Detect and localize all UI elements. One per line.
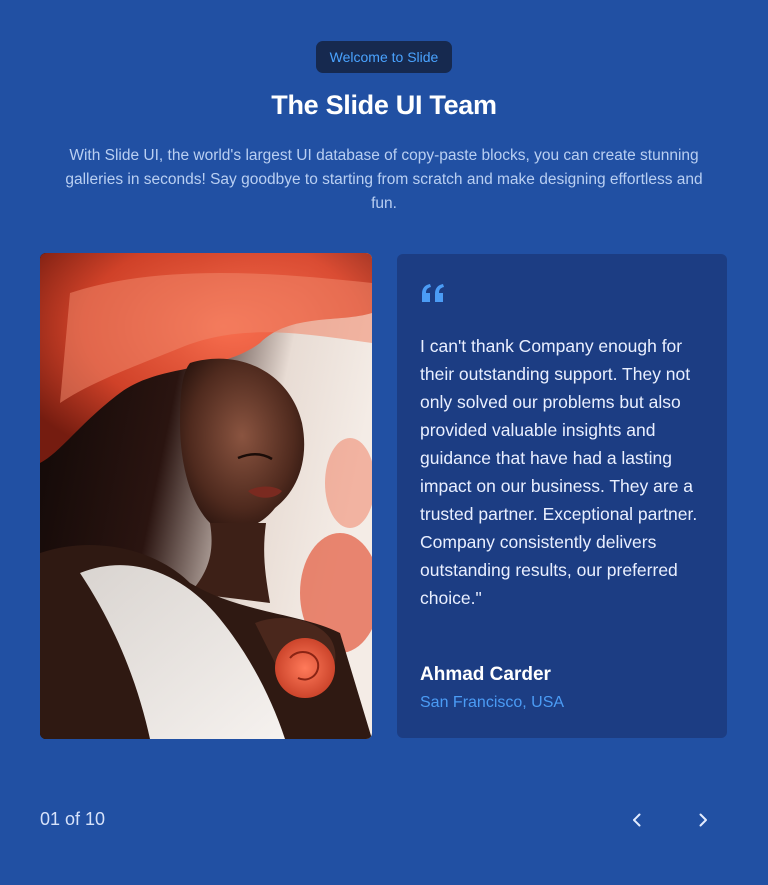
previous-slide-button[interactable] <box>623 806 651 834</box>
portrait-illustration <box>40 253 372 739</box>
page-subtitle: With Slide UI, the world's largest UI da… <box>65 147 703 212</box>
testimonial-photo <box>40 253 372 739</box>
chevron-left-icon <box>633 813 641 827</box>
page-title: The Slide UI Team <box>271 90 497 120</box>
testimonial-slider-section: Welcome to Slide The Slide UI Team With … <box>0 0 768 885</box>
testimonial-card: I can't thank Company enough for their o… <box>397 254 727 738</box>
author-name: Ahmad Carder <box>420 664 551 685</box>
slide-counter: 01 of 10 <box>40 809 106 829</box>
next-slide-button[interactable] <box>689 806 717 834</box>
welcome-badge: Welcome to Slide <box>316 41 452 73</box>
quote-icon <box>422 284 444 302</box>
testimonial-quote: I can't thank Company enough for their o… <box>420 336 698 608</box>
author-location: San Francisco, USA <box>420 694 565 711</box>
chevron-right-icon <box>699 813 707 827</box>
